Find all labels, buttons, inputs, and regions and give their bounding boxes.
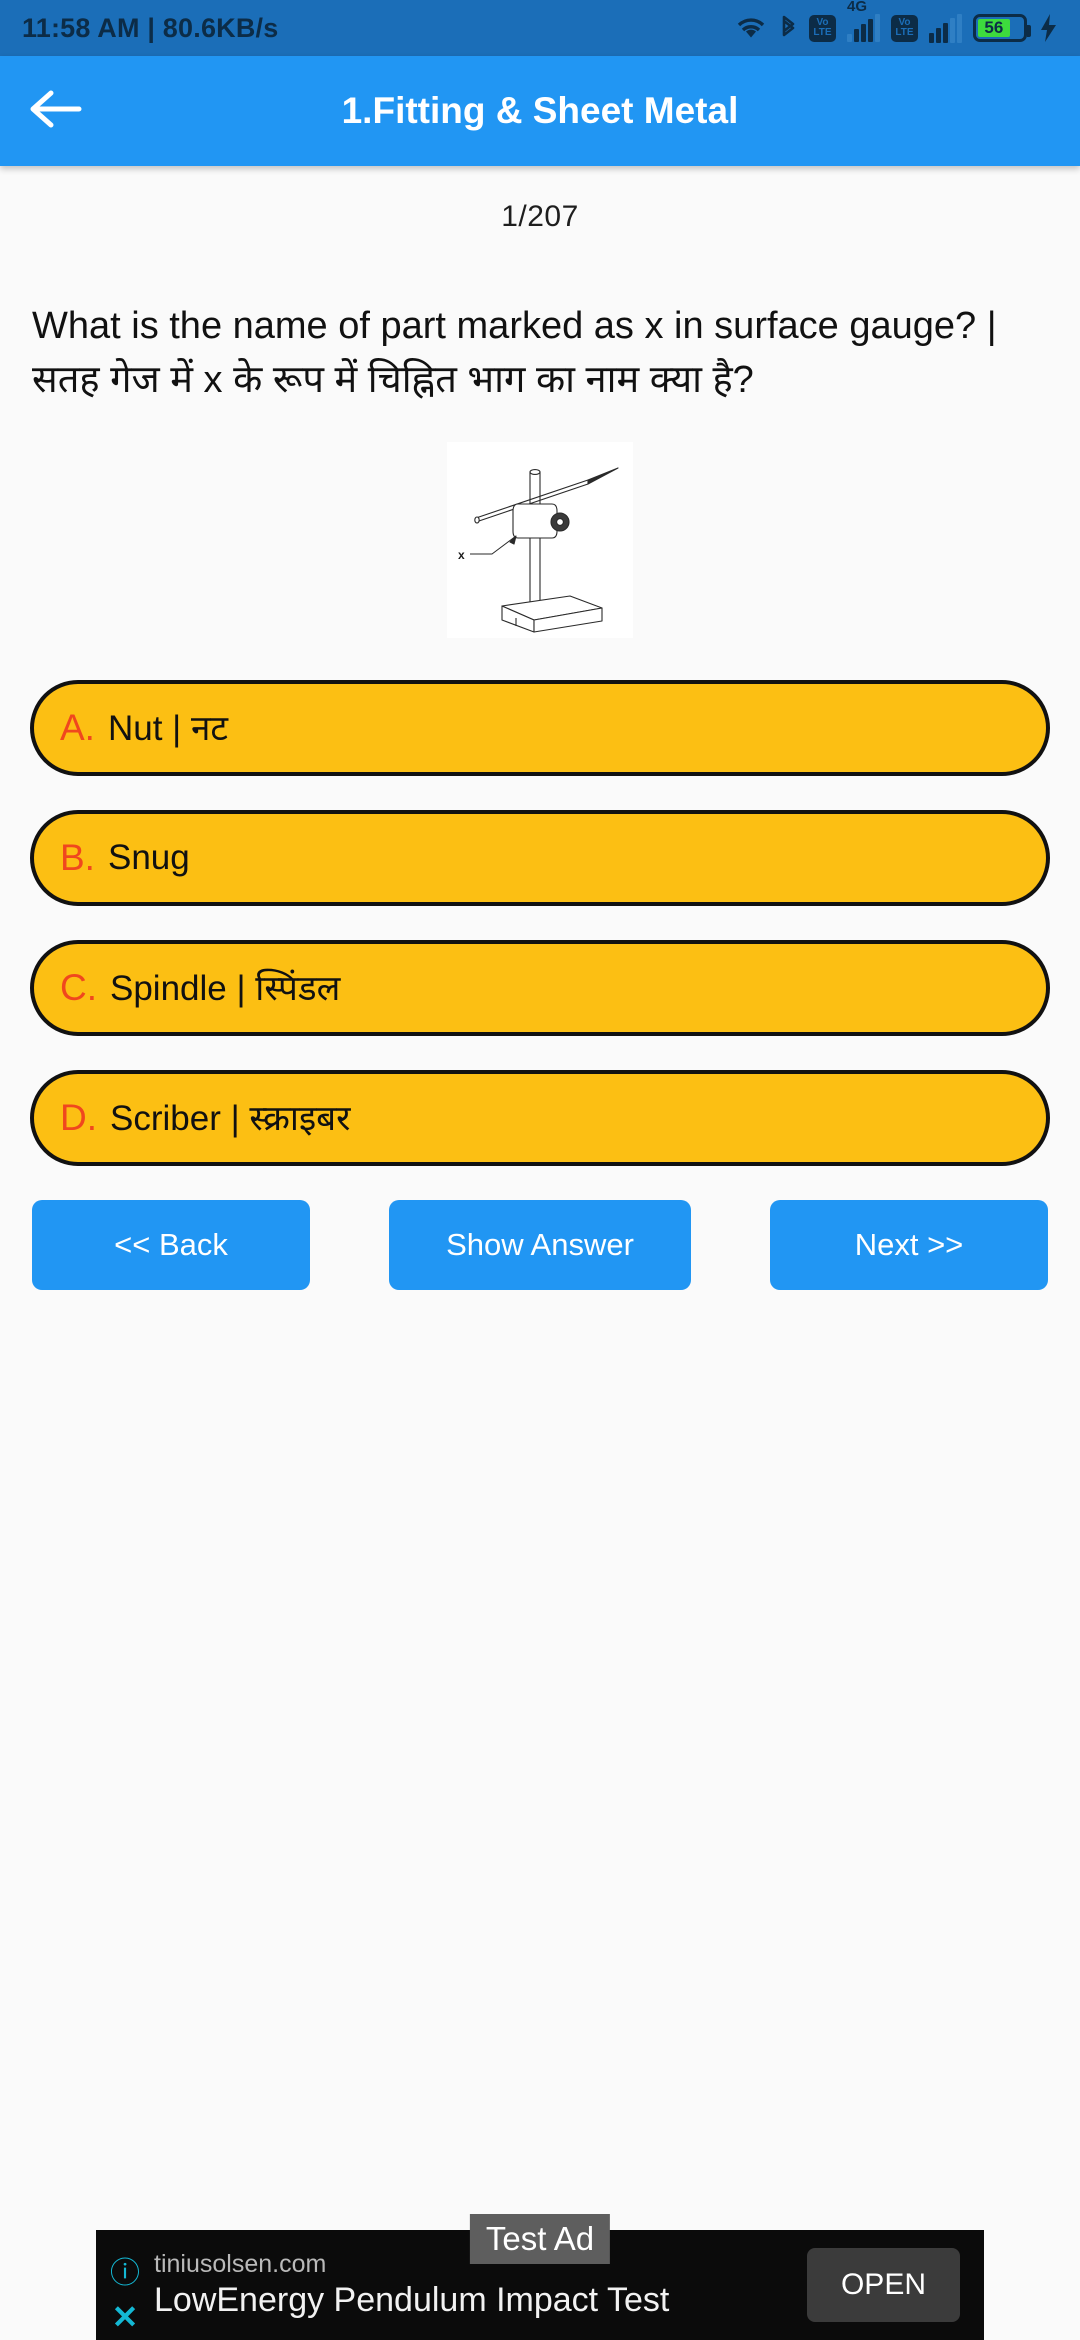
app-bar: 1.Fitting & Sheet Metal xyxy=(0,56,1080,166)
option-b-letter: B. xyxy=(60,836,95,878)
ad-test-label: Test Ad xyxy=(469,2214,611,2264)
status-icons: Vo LTE 4G Vo LTE 56 xyxy=(735,0,1058,43)
volte-sim2-icon: Vo LTE xyxy=(891,14,918,42)
show-answer-button[interactable]: Show Answer xyxy=(389,1199,691,1290)
option-d[interactable]: D. Scriber | स्क्राइबर xyxy=(30,1069,1050,1166)
options-list: A. Nut | नट B. Snug C. Spindle | स्पिंडल… xyxy=(30,679,1050,1166)
back-arrow-icon xyxy=(27,87,83,136)
figure-x-label: x xyxy=(458,548,465,562)
ad-close-icon[interactable]: ✕ xyxy=(112,2301,139,2333)
ad-headline: LowEnergy Pendulum Impact Test xyxy=(154,2281,670,2319)
ad-banner[interactable]: Test Ad ⓘ ✕ tiniusolsen.com LowEnergy Pe… xyxy=(96,2214,984,2340)
signal-sim2-icon xyxy=(929,13,962,43)
quiz-content: 1/207 What is the name of part marked as… xyxy=(0,200,1080,1290)
signal-sim1-icon: 4G xyxy=(847,0,880,42)
battery-level: 56 xyxy=(978,18,1010,37)
navigation-buttons: << Back Show Answer Next >> xyxy=(30,1199,1050,1290)
wifi-icon xyxy=(735,15,767,41)
page-title: 1.Fitting & Sheet Metal xyxy=(341,90,739,131)
status-time-and-speed: 11:58 AM | 80.6KB/s xyxy=(22,12,279,43)
option-a[interactable]: A. Nut | नट xyxy=(30,679,1050,776)
option-a-letter: A. xyxy=(60,706,95,748)
next-nav-button[interactable]: Next >> xyxy=(770,1199,1048,1290)
option-c[interactable]: C. Spindle | स्पिंडल xyxy=(30,939,1050,1036)
volte-sim1-icon: Vo LTE xyxy=(809,14,836,42)
surface-gauge-diagram: x xyxy=(447,441,633,638)
question-text: What is the name of part marked as x in … xyxy=(32,305,997,401)
option-b-label: Snug xyxy=(107,837,190,877)
option-a-label: Nut | नट xyxy=(107,709,229,749)
option-b[interactable]: B. Snug xyxy=(30,809,1050,906)
bluetooth-icon xyxy=(778,14,798,42)
status-bar: 11:58 AM | 80.6KB/s Vo LTE 4G Vo LTE 56 xyxy=(0,0,1080,56)
battery-icon: 56 xyxy=(973,14,1031,42)
ad-open-button[interactable]: OPEN xyxy=(806,2248,960,2322)
option-c-letter: C. xyxy=(60,966,97,1008)
option-d-letter: D. xyxy=(60,1096,97,1138)
ad-info-icon[interactable]: ⓘ xyxy=(110,2259,140,2289)
back-nav-button[interactable]: << Back xyxy=(32,1199,310,1290)
question-counter: 1/207 xyxy=(501,200,579,233)
ad-side-controls: ⓘ ✕ xyxy=(96,2230,154,2340)
back-button[interactable] xyxy=(0,87,110,136)
charging-bolt-icon xyxy=(1038,13,1058,43)
question-figure-wrapper: x xyxy=(30,441,1050,638)
option-d-label: Scriber | स्क्राइबर xyxy=(110,1099,351,1139)
option-c-label: Spindle | स्पिंडल xyxy=(110,969,341,1009)
